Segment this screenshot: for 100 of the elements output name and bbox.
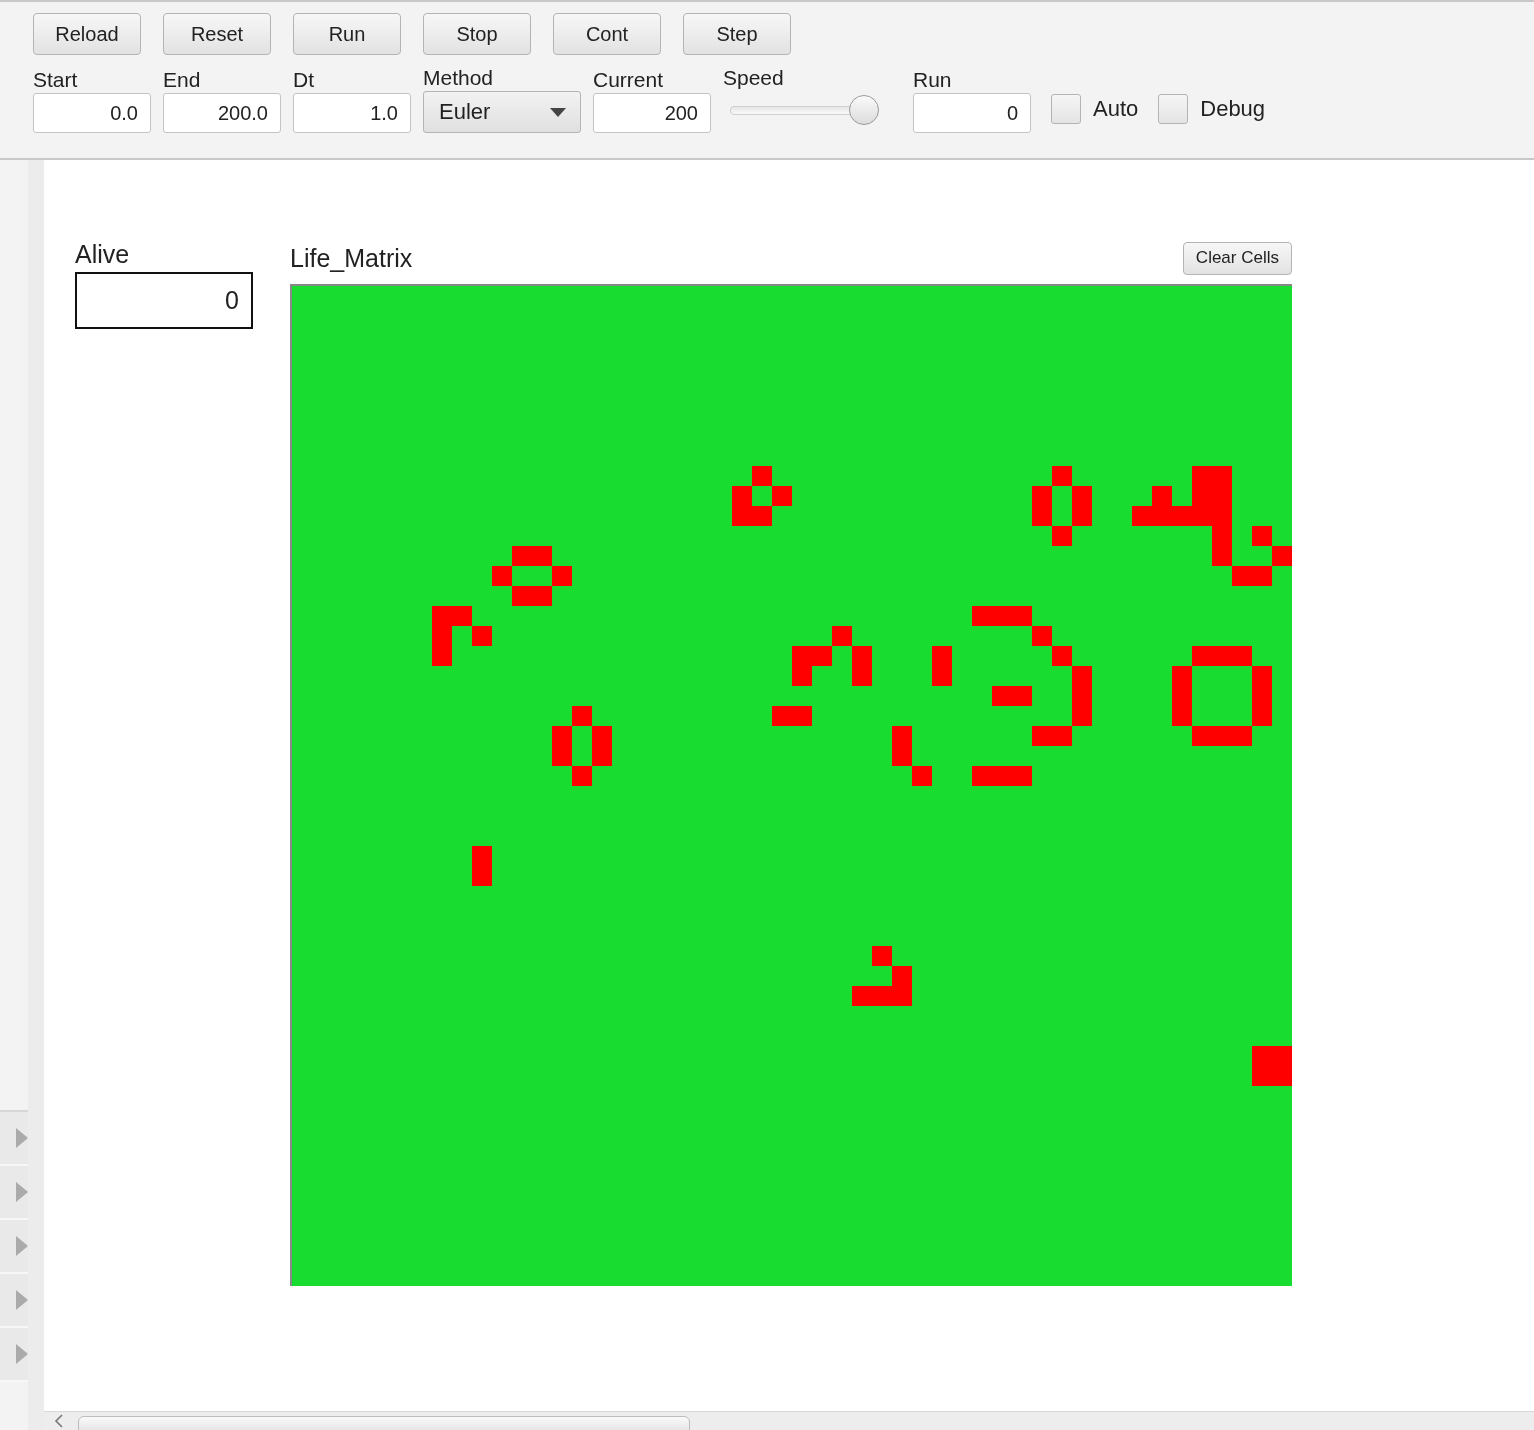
live-cell[interactable] bbox=[1232, 646, 1252, 666]
live-cell[interactable] bbox=[1272, 546, 1292, 566]
live-cell[interactable] bbox=[912, 766, 932, 786]
live-cell[interactable] bbox=[1052, 646, 1072, 666]
text-field[interactable]: 0.0 bbox=[33, 93, 151, 133]
live-cell[interactable] bbox=[892, 726, 912, 746]
live-cell[interactable] bbox=[1172, 706, 1192, 726]
toolbar-button[interactable]: Run bbox=[293, 13, 401, 55]
live-cell[interactable] bbox=[1052, 466, 1072, 486]
live-cell[interactable] bbox=[772, 486, 792, 506]
live-cell[interactable] bbox=[552, 566, 572, 586]
live-cell[interactable] bbox=[592, 746, 612, 766]
live-cell[interactable] bbox=[732, 486, 752, 506]
live-cell[interactable] bbox=[1232, 566, 1252, 586]
live-cell[interactable] bbox=[752, 466, 772, 486]
text-field[interactable]: 1.0 bbox=[293, 93, 411, 133]
slider-thumb[interactable] bbox=[849, 94, 879, 125]
live-cell[interactable] bbox=[932, 646, 952, 666]
scroll-left-icon[interactable] bbox=[54, 1414, 64, 1428]
live-cell[interactable] bbox=[1072, 506, 1092, 526]
live-cell[interactable] bbox=[512, 546, 532, 566]
clear-cells-button[interactable]: Clear Cells bbox=[1182, 241, 1292, 275]
caret-right-icon[interactable] bbox=[16, 1344, 28, 1364]
live-cell[interactable] bbox=[1012, 606, 1032, 626]
live-cell[interactable] bbox=[852, 646, 872, 666]
live-cell[interactable] bbox=[1252, 566, 1272, 586]
live-cell[interactable] bbox=[1232, 726, 1252, 746]
live-cell[interactable] bbox=[1132, 506, 1152, 526]
collapsed-panel-item[interactable] bbox=[0, 1274, 28, 1328]
live-cell[interactable] bbox=[452, 606, 472, 626]
caret-right-icon[interactable] bbox=[16, 1290, 28, 1310]
live-cell[interactable] bbox=[1052, 526, 1072, 546]
live-cell[interactable] bbox=[992, 686, 1012, 706]
live-cell[interactable] bbox=[792, 706, 812, 726]
caret-right-icon[interactable] bbox=[16, 1236, 28, 1256]
live-cell[interactable] bbox=[552, 726, 572, 746]
live-cell[interactable] bbox=[472, 846, 492, 866]
text-field[interactable]: 0 bbox=[913, 93, 1031, 133]
live-cell[interactable] bbox=[1072, 486, 1092, 506]
live-cell[interactable] bbox=[492, 566, 512, 586]
live-cell[interactable] bbox=[1032, 486, 1052, 506]
live-cell[interactable] bbox=[972, 766, 992, 786]
text-field[interactable]: 200 bbox=[593, 93, 711, 133]
live-cell[interactable] bbox=[852, 666, 872, 686]
live-cell[interactable] bbox=[572, 706, 592, 726]
live-cell[interactable] bbox=[1032, 726, 1052, 746]
live-cell[interactable] bbox=[932, 666, 952, 686]
caret-right-icon[interactable] bbox=[16, 1182, 28, 1202]
live-cell[interactable] bbox=[1252, 526, 1272, 546]
live-cell[interactable] bbox=[512, 586, 532, 606]
checkbox[interactable] bbox=[1158, 94, 1189, 124]
collapsed-panel-item[interactable] bbox=[0, 1112, 28, 1166]
live-cell[interactable] bbox=[792, 666, 812, 686]
live-cell[interactable] bbox=[1032, 506, 1052, 526]
toolbar-button[interactable]: Step bbox=[683, 13, 791, 55]
live-cell[interactable] bbox=[892, 966, 912, 986]
method-dropdown[interactable]: Euler bbox=[423, 91, 581, 133]
live-cell[interactable] bbox=[1252, 706, 1272, 726]
live-cell[interactable] bbox=[1072, 666, 1092, 686]
toolbar-button[interactable]: Reload bbox=[33, 13, 141, 55]
live-cell[interactable] bbox=[892, 746, 912, 766]
live-cell[interactable] bbox=[592, 726, 612, 746]
live-cell[interactable] bbox=[1212, 546, 1232, 566]
live-cell[interactable] bbox=[472, 626, 492, 646]
collapsed-panel-item[interactable] bbox=[0, 1328, 28, 1382]
live-cell[interactable] bbox=[1012, 686, 1032, 706]
live-cell[interactable] bbox=[752, 506, 772, 526]
life-matrix-grid[interactable] bbox=[290, 284, 1292, 1286]
live-cell[interactable] bbox=[432, 646, 452, 666]
toolbar-button[interactable]: Cont bbox=[553, 13, 661, 55]
scrollbar-thumb[interactable] bbox=[78, 1416, 690, 1430]
field-label: Current bbox=[593, 67, 665, 93]
live-cell[interactable] bbox=[972, 606, 992, 626]
toolbar-button[interactable]: Stop bbox=[423, 13, 531, 55]
live-cell[interactable] bbox=[852, 986, 872, 1006]
caret-right-icon[interactable] bbox=[16, 1128, 28, 1148]
live-cell[interactable] bbox=[812, 646, 832, 666]
live-cell[interactable] bbox=[1052, 726, 1072, 746]
toolbar-button[interactable]: Reset bbox=[163, 13, 271, 55]
live-cell[interactable] bbox=[1072, 706, 1092, 726]
live-cell[interactable] bbox=[832, 626, 852, 646]
live-cell[interactable] bbox=[1252, 666, 1272, 686]
live-cell[interactable] bbox=[532, 546, 552, 566]
live-cell[interactable] bbox=[552, 746, 572, 766]
collapsed-panel-item[interactable] bbox=[0, 1220, 28, 1274]
live-cell[interactable] bbox=[1012, 766, 1032, 786]
live-cell[interactable] bbox=[772, 706, 792, 726]
live-cell[interactable] bbox=[872, 946, 892, 966]
live-cell[interactable] bbox=[532, 586, 552, 606]
live-cell[interactable] bbox=[1152, 486, 1172, 506]
live-cell[interactable] bbox=[1192, 646, 1212, 666]
live-cell[interactable] bbox=[572, 766, 592, 786]
live-cell[interactable] bbox=[1172, 666, 1192, 686]
live-cell[interactable] bbox=[1032, 626, 1052, 646]
text-field[interactable]: 200.0 bbox=[163, 93, 281, 133]
horizontal-scrollbar[interactable] bbox=[44, 1411, 1534, 1430]
live-cell[interactable] bbox=[1192, 726, 1212, 746]
checkbox[interactable] bbox=[1051, 94, 1081, 124]
live-cell[interactable] bbox=[472, 866, 492, 886]
collapsed-panel-item[interactable] bbox=[0, 1166, 28, 1220]
